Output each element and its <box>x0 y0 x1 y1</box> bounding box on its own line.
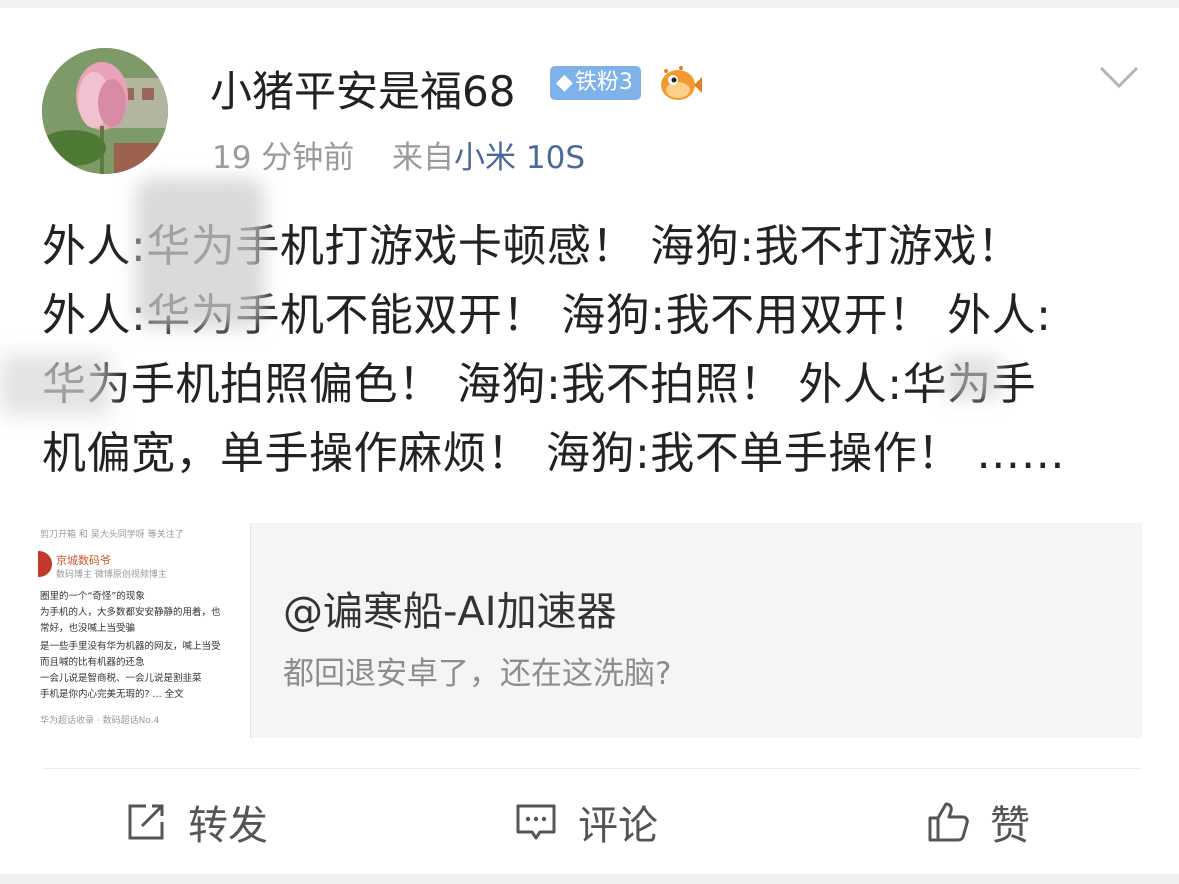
quoted-post-subtitle: 都回退安卓了，还在这洗脑? <box>283 656 672 692</box>
quoted-post-thumbnail: 剪刀开箱 和 吴大头同学呀 等关注了 京城数码爷 数码博主 微博原创视频博主 圈… <box>38 523 251 738</box>
thumbs-up-icon <box>928 802 969 842</box>
thumb-avatar <box>38 551 52 577</box>
repost-label: 转发 <box>188 803 268 849</box>
bottom-separator <box>0 874 1179 884</box>
thumb-line: 华为超话收录 · 数码超话No.4 <box>40 716 160 726</box>
redaction-blur <box>135 178 265 328</box>
thumb-line: 手机是你内心完美无瑕的? ... 全文 <box>40 689 184 700</box>
thumb-line: 常好，也没喊上当受骗 <box>40 623 136 634</box>
redaction-blur <box>945 355 1000 400</box>
thumb-line: 圈里的一个“奇怪”的现象 <box>40 591 145 602</box>
like-button[interactable]: 赞 <box>926 790 1030 854</box>
comment-button[interactable]: 评论 <box>514 790 658 854</box>
fan-badge-label: 铁粉3 <box>574 70 633 95</box>
divider <box>42 768 1142 769</box>
lotus-avatar-image <box>42 48 168 174</box>
quoted-post-title[interactable]: @谝寒船-AI加速器 <box>283 579 617 637</box>
comment-icon <box>516 804 556 840</box>
repost-button[interactable]: 转发 <box>124 790 268 854</box>
source-prefix: 来自 <box>392 140 455 176</box>
post-meta: 19 分钟前 来自小米 10S <box>212 132 585 177</box>
device-link[interactable]: 小米 10S <box>454 140 585 176</box>
avatar[interactable] <box>42 48 168 174</box>
chevron-down-icon[interactable] <box>1098 62 1140 92</box>
thumb-line: 剪刀开箱 和 吴大头同学呀 等关注了 <box>40 530 184 540</box>
username[interactable]: 小猪平安是福68 <box>210 58 515 119</box>
share-icon <box>128 804 164 840</box>
thumb-author: 京城数码爷 <box>56 554 111 567</box>
thumb-line: 一会儿说是智商税、一会儿说是割韭菜 <box>40 673 202 684</box>
thumb-line: 是一些手里没有华为机器的网友，喊上当受 <box>40 641 221 652</box>
diamond-icon: ◆ <box>556 70 573 95</box>
top-separator <box>0 0 1179 8</box>
thumb-line: 为手机的人，大多数都安安静静的用着，也 <box>40 607 221 618</box>
post-time: 19 分钟前 <box>212 140 355 176</box>
quoted-post-card[interactable]: 剪刀开箱 和 吴大头同学呀 等关注了 京城数码爷 数码博主 微博原创视频博主 圈… <box>38 523 1142 738</box>
redaction-blur <box>0 355 110 415</box>
post-line: 机偏宽，单手操作麻烦！ 海狗:我不单手操作！ …… <box>42 428 1066 479</box>
thumb-line: 数码博主 微博原创视频博主 <box>56 570 167 580</box>
fan-badge[interactable]: ◆铁粉3 <box>550 66 641 100</box>
thumb-line: 而且喊的比有机器的还急 <box>40 657 145 668</box>
pufferfish-icon <box>661 66 702 100</box>
comment-label: 评论 <box>578 803 658 849</box>
like-label: 赞 <box>990 803 1030 849</box>
